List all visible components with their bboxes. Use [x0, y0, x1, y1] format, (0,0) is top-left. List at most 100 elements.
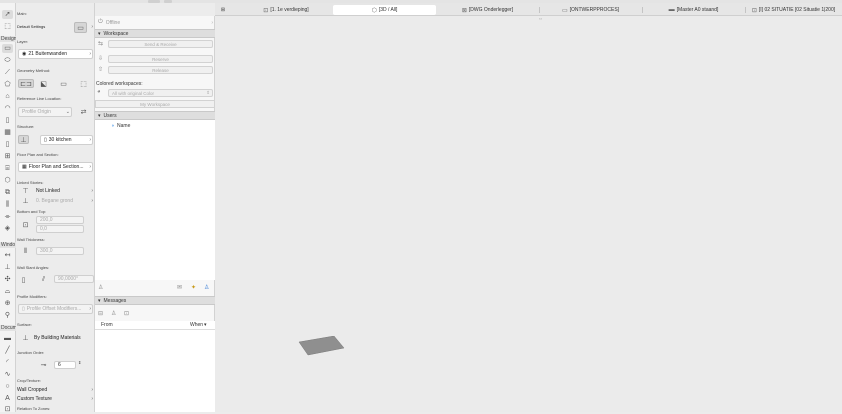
user-icon[interactable]: ♙ — [98, 284, 103, 291]
building-material-select[interactable]: ▯ 30 kitchen › — [40, 135, 93, 145]
text-icon[interactable]: A — [2, 394, 13, 403]
slab-icon[interactable]: ⬠ — [2, 80, 13, 89]
straight-wall-icon[interactable]: ⊏⊐ — [18, 79, 34, 88]
zone-icon[interactable]: ⬡ — [2, 176, 13, 185]
bottom-link-value[interactable]: 0. Begane grond — [36, 198, 73, 204]
group-icon[interactable]: ♙ — [204, 284, 209, 291]
colored-workspaces-select[interactable]: All with original Color ⇕ — [108, 89, 213, 97]
top-link-value[interactable]: Not Linked — [36, 188, 60, 194]
marquee-icon[interactable]: ⬚ — [2, 22, 13, 31]
floor-plan-icon: ▦ — [22, 164, 27, 170]
canvas-handle-icon[interactable]: ⇔ — [538, 16, 543, 22]
curtain-wall-icon[interactable]: ▦ — [2, 128, 13, 137]
mail-icon[interactable]: ✉ — [177, 284, 182, 291]
toolbox-section-documents[interactable]: Docum — [0, 325, 17, 331]
chat-icon[interactable]: ⊡ — [124, 310, 129, 317]
from-column-header[interactable]: From — [101, 322, 113, 328]
slab-3d-element[interactable] — [298, 336, 346, 356]
door-icon[interactable]: ▯ — [2, 140, 13, 149]
label-icon[interactable]: ⊡ — [2, 405, 13, 414]
tab-layout[interactable]: ▭ [ONTWERPPROCES] — [539, 5, 642, 15]
beam-icon[interactable]: ⟋ — [2, 68, 13, 77]
wall-icon[interactable]: ▭ — [2, 44, 13, 53]
request-icon[interactable]: ✦ — [191, 284, 196, 291]
skylight-icon[interactable]: ▯ — [2, 116, 13, 125]
surface-icon[interactable]: ⊥ — [20, 333, 31, 342]
object-icon[interactable]: ⌸ — [2, 164, 13, 173]
trapezoid-wall-icon[interactable]: ▭ — [58, 79, 69, 88]
chevron-right-icon[interactable]: › — [211, 20, 213, 26]
reserve-button[interactable]: Reserve — [108, 55, 213, 63]
person-icon[interactable]: ♙ — [111, 310, 116, 317]
circle-icon[interactable]: ○ — [2, 382, 13, 391]
send-receive-button[interactable]: Send & Receive — [108, 40, 213, 48]
surface-value[interactable]: By Building Materials — [34, 335, 81, 341]
tab-drawing[interactable]: ⊡ [I] 02 SITUATIE [02 Situatie 1|200] — [745, 5, 842, 15]
users-section-header[interactable]: ▾ Users — [95, 111, 215, 120]
toolbar-button[interactable] — [164, 0, 172, 3]
dimension-icon[interactable]: ↤ — [2, 251, 13, 260]
workspace-section-header[interactable]: ▾ Workspace — [95, 29, 215, 38]
toolbox-section-windows[interactable]: Windo — [0, 242, 16, 248]
tab-master-layout[interactable]: ▬ [Master A0 staand] — [642, 5, 745, 15]
morph-icon[interactable]: ◈ — [2, 224, 13, 233]
chevron-right-icon[interactable]: › — [91, 198, 93, 204]
inbox-icon[interactable]: ⊟ — [98, 310, 103, 317]
shell-icon[interactable]: ◠ — [2, 104, 13, 113]
polygonal-wall-icon[interactable]: ⬚ — [78, 79, 89, 88]
chevron-right-icon[interactable]: › — [91, 396, 93, 402]
sort-desc-icon[interactable]: ▾ — [204, 322, 207, 328]
mesh-icon[interactable]: ⌯ — [2, 212, 13, 221]
my-workspace-button[interactable]: My Workspace — [95, 100, 215, 108]
top-height-input[interactable]: 200,0 — [36, 216, 84, 224]
bottom-height-input[interactable]: 0,0 — [36, 225, 84, 233]
window-icon[interactable]: ⊞ — [2, 152, 13, 161]
lamp-icon[interactable]: ✣ — [2, 275, 13, 284]
figure-icon[interactable]: ⚲ — [2, 311, 13, 320]
chevron-right-icon[interactable]: › — [91, 387, 93, 393]
wall-cropped-option[interactable]: Wall Cropped — [17, 387, 47, 393]
opening-icon[interactable]: ⌓ — [2, 287, 13, 296]
roof-icon[interactable]: ⌂ — [2, 92, 13, 101]
tab-overview-icon[interactable]: ⊞ — [217, 5, 229, 15]
spline-icon[interactable]: ∿ — [2, 370, 13, 379]
fill-icon[interactable]: ▬ — [2, 334, 13, 343]
custom-texture-option[interactable]: Custom Texture — [17, 396, 52, 402]
users-list-header[interactable]: ◑ Name — [95, 121, 215, 130]
arrow-select-icon[interactable]: ➚ — [2, 10, 13, 19]
line-icon[interactable]: ╱ — [2, 346, 13, 355]
stair-icon[interactable]: ⧉ — [2, 188, 13, 197]
messages-section-title: Messages — [103, 297, 127, 304]
wall-settings-icon[interactable]: ▭ — [74, 22, 87, 33]
reference-line-select[interactable]: Profile Origin ⌄ — [18, 107, 72, 117]
chevron-right-icon[interactable]: › — [91, 188, 93, 194]
layer-select[interactable]: ◉ 21 Buitenwanden › — [18, 49, 93, 59]
vertical-wall-icon[interactable]: ▯ — [18, 275, 29, 284]
slant-angle-input[interactable]: 90,0000° — [54, 275, 94, 283]
release-button[interactable]: Release — [108, 66, 213, 74]
tab-floor-plan[interactable]: ⊡ [1. 1e verdieping] — [239, 5, 333, 15]
junction-order-input[interactable]: 6 — [54, 361, 76, 369]
tab-3d-view[interactable]: ⬡ [3D / All] — [333, 5, 436, 15]
hotspot-icon[interactable]: ⊕ — [2, 299, 13, 308]
level-icon[interactable]: ⊥ — [2, 263, 13, 272]
toolbar-button[interactable] — [148, 0, 160, 3]
when-column-header[interactable]: When — [190, 322, 203, 328]
linked-stories-label: Linked Stories: — [17, 180, 44, 185]
floor-plan-select[interactable]: ▦ Floor Plan and Section... › — [18, 162, 93, 172]
profile-modifiers-select[interactable]: ▯ Profile Offset Modifiers... › — [18, 304, 93, 314]
wall-thickness-input[interactable]: 300,0 — [36, 247, 84, 255]
railing-icon[interactable]: ⫼ — [2, 200, 13, 209]
arc-icon[interactable]: ◜ — [2, 358, 13, 367]
chevron-right-icon[interactable]: › — [91, 24, 93, 30]
tab-worksheet[interactable]: ⊠ [DWG Onderlegger] — [436, 5, 539, 15]
flip-reference-icon[interactable]: ⇄ — [78, 107, 89, 116]
slanted-wall-icon[interactable]: ⫽ — [38, 275, 49, 284]
column-icon[interactable]: ⬭ — [2, 56, 13, 65]
curved-wall-icon[interactable]: ⬕ — [38, 79, 49, 88]
teamwork-panel: ⏻ Offline › ▾ Workspace ⇆ Send & Receive… — [95, 16, 215, 412]
toolbox-section-design[interactable]: Design — [0, 36, 17, 42]
basic-structure-icon[interactable]: ⊥ — [18, 135, 29, 144]
stepper-arrows-icon[interactable]: ⇕ — [78, 360, 81, 365]
messages-section-header[interactable]: ▾ Messages — [95, 296, 215, 305]
